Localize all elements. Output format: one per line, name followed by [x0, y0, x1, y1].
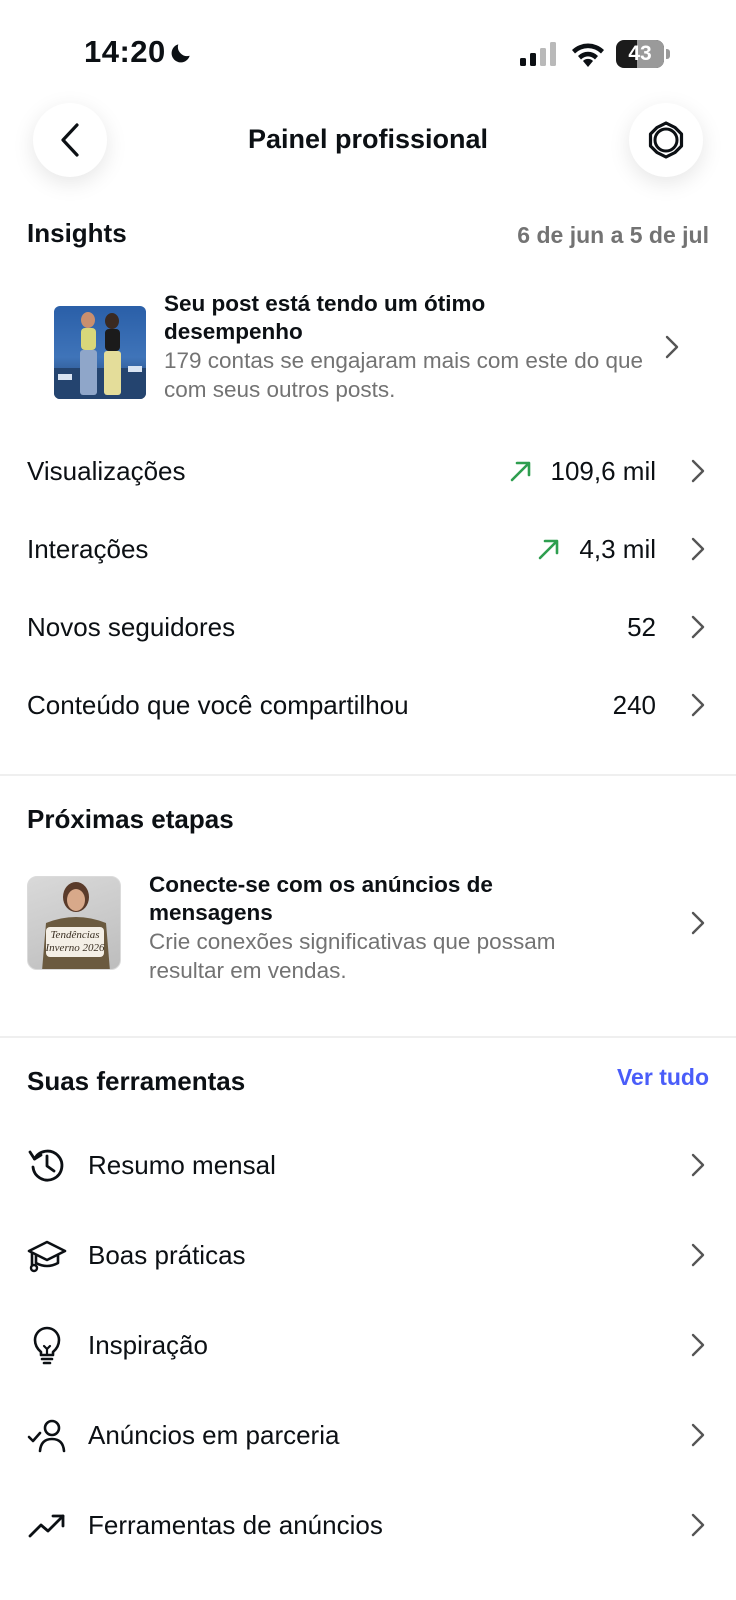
tool-label: Ferramentas de anúncios [88, 1510, 383, 1540]
post-thumbnail-image [54, 312, 146, 399]
post-thumbnail [54, 306, 146, 399]
tool-label: Resumo mensal [88, 1150, 276, 1180]
section-divider [0, 774, 736, 776]
metric-value: 4,3 mil [579, 534, 656, 564]
page-title: Painel profissional [247, 124, 489, 154]
post-performance-card[interactable]: Seu post está tendo um ótimo desempenho … [54, 291, 710, 412]
chevron-right-icon [691, 615, 705, 639]
metric-label: Novos seguidores [27, 612, 236, 642]
metric-label: Conteúdo que você compartilhou [27, 690, 409, 720]
post-card-description: 179 contas se engajaram mais com este do… [164, 348, 644, 402]
history-icon [28, 1149, 64, 1182]
chevron-right-icon [691, 1423, 705, 1447]
battery-indicator: 43 [616, 40, 670, 68]
battery-level-text: 43 [628, 42, 652, 65]
next-step-title: Conecte-se com os anúncios de mensagens [149, 872, 493, 925]
battery-cap [666, 49, 670, 59]
tool-label: Boas práticas [88, 1240, 246, 1270]
tool-row-monthly-recap[interactable]: Resumo mensal [0, 1120, 736, 1210]
next-steps-title: Próximas etapas [27, 804, 234, 834]
tool-label: Anúncios em parceria [88, 1420, 340, 1450]
metric-row-new-followers[interactable]: Novos seguidores 52 [0, 588, 736, 666]
arrow-up-right-icon [510, 461, 531, 482]
chevron-right-icon [691, 1513, 705, 1537]
tool-row-best-practices[interactable]: Boas práticas [0, 1210, 736, 1300]
chevron-right-icon [691, 1333, 705, 1357]
chevron-right-icon [665, 335, 679, 359]
lightbulb-icon [33, 1326, 61, 1365]
tool-label: Inspiração [88, 1330, 208, 1360]
status-time: 14:20 [84, 34, 166, 69]
battery-body: 43 [616, 40, 664, 68]
chevron-right-icon [691, 459, 705, 483]
next-step-thumbnail-image [42, 882, 110, 969]
wifi-icon [572, 43, 604, 67]
see-all-link[interactable]: Ver tudo [617, 1064, 709, 1091]
next-step-description: Crie conexões significativas que possam … [149, 929, 556, 983]
next-step-thumbnail: Tendências Inverno 2026 [27, 876, 121, 970]
tool-row-inspiration[interactable]: Inspiração [0, 1300, 736, 1390]
tools-title: Suas ferramentas [27, 1066, 246, 1096]
graduation-cap-icon [27, 1240, 67, 1273]
tool-row-partnership-ads[interactable]: Anúncios em parceria [0, 1390, 736, 1480]
chevron-right-icon [691, 537, 705, 561]
insights-title: Insights [27, 218, 127, 248]
signal-icon [520, 42, 556, 66]
metric-row-interactions[interactable]: Interações 4,3 mil [0, 510, 736, 588]
next-step-card[interactable]: Tendências Inverno 2026 Conecte-se com o… [27, 872, 710, 988]
metric-value: 52 [627, 612, 656, 642]
chevron-right-icon [691, 911, 705, 935]
arrow-up-right-icon [538, 539, 559, 560]
gear-icon [648, 121, 684, 159]
metric-value: 109,6 mil [550, 456, 657, 486]
section-divider [0, 1036, 736, 1038]
settings-button[interactable] [629, 103, 703, 177]
chevron-right-icon [691, 1153, 705, 1177]
status-bar: 14:20 43 [0, 0, 736, 100]
metric-value: 240 [612, 690, 656, 720]
tool-row-ad-tools[interactable]: Ferramentas de anúncios [0, 1480, 736, 1570]
post-card-title: Seu post está tendo um ótimo desempenho [164, 291, 486, 344]
moon-icon [171, 44, 190, 63]
metric-row-views[interactable]: Visualizações 109,6 mil [0, 432, 736, 510]
thumbnail-caption: Tendências Inverno 2026 [45, 929, 105, 954]
chevron-right-icon [691, 1243, 705, 1267]
metric-row-content-shared[interactable]: Conteúdo que você compartilhou 240 [0, 666, 736, 744]
chevron-right-icon [691, 693, 705, 717]
date-range: 6 de jun a 5 de jul [517, 222, 709, 248]
metric-label: Interações [27, 534, 149, 564]
trending-up-icon [28, 1514, 65, 1538]
user-check-icon [27, 1419, 66, 1453]
metric-label: Visualizações [27, 456, 186, 486]
